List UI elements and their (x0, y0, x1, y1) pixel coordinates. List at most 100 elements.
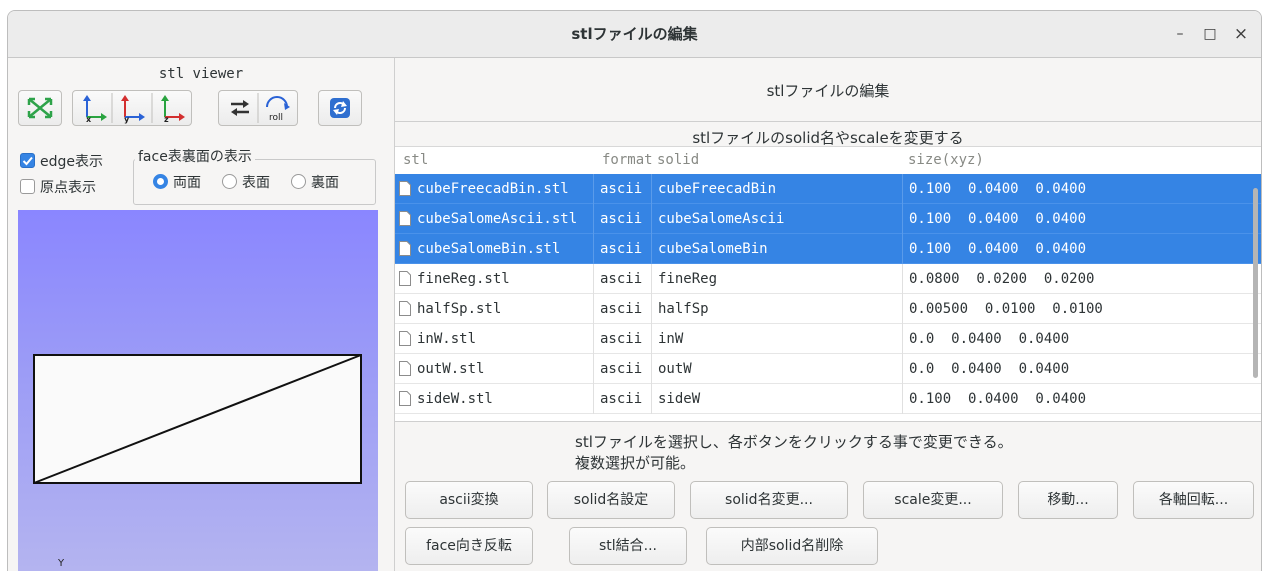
column-divider (593, 234, 594, 264)
maximize-icon[interactable]: □ (1198, 22, 1222, 46)
viewer-title: stl viewer (158, 66, 244, 82)
cell-stl: sideW.stl (417, 391, 493, 407)
table-row[interactable]: cubeFreecadBin.stl ascii cubeFreecadBin … (395, 174, 1261, 204)
radio-front-side[interactable] (222, 174, 237, 189)
column-divider (902, 174, 903, 204)
cell-solid: outW (658, 361, 692, 377)
column-divider (593, 324, 594, 354)
radio-both-sides[interactable] (153, 174, 168, 189)
radio-back-label: 裏面 (311, 175, 339, 191)
face-group-title: face表裏面の表示 (135, 146, 255, 166)
cell-size: 0.0 0.0400 0.0400 (909, 361, 1070, 377)
radio-back-side[interactable] (291, 174, 306, 189)
file-icon (399, 391, 411, 406)
cell-solid: sideW (658, 391, 701, 407)
radio-both-label: 両面 (173, 175, 201, 191)
reload-button[interactable] (318, 90, 362, 126)
title-bar: stlファイルの編集 – □ × (8, 11, 1261, 58)
change-solid-name-button[interactable]: solid名変更... (690, 481, 848, 519)
radio-front-label: 表面 (242, 175, 270, 191)
check-icon (22, 156, 33, 166)
table-row[interactable]: fineReg.stl ascii fineReg 0.0800 0.0200 … (395, 264, 1261, 294)
cell-stl: cubeSalomeAscii.stl (417, 211, 578, 227)
file-icon (399, 271, 411, 286)
cell-size: 0.100 0.0400 0.0400 (909, 211, 1087, 227)
minimize-icon[interactable]: – (1168, 22, 1192, 46)
z-axis-view-icon[interactable]: z (161, 95, 185, 124)
svg-text:z: z (164, 115, 169, 124)
column-divider (902, 354, 903, 384)
move-button[interactable]: 移動... (1018, 481, 1118, 519)
col-size[interactable]: size(xyz) (908, 147, 984, 174)
file-icon (399, 301, 411, 316)
table-header: stl format solid size(xyz) (395, 147, 1261, 175)
column-divider (902, 294, 903, 324)
col-stl[interactable]: stl (403, 147, 428, 174)
rotate-group: roll (218, 90, 298, 126)
x-axis-view-icon[interactable]: x (83, 95, 107, 124)
file-icon (399, 211, 411, 226)
column-divider (651, 384, 652, 414)
flip-face-button[interactable]: face向き反転 (405, 527, 533, 565)
cell-format: ascii (600, 211, 643, 227)
cell-format: ascii (600, 391, 643, 407)
cell-stl: cubeFreecadBin.stl (417, 181, 569, 197)
cell-solid: cubeSalomeAscii (658, 211, 785, 227)
col-solid[interactable]: solid (657, 147, 699, 174)
divider (395, 421, 1261, 422)
app-window: stlファイルの編集 – □ × stl viewer x y z roll e… (7, 10, 1262, 571)
table-row[interactable]: cubeSalomeAscii.stl ascii cubeSalomeAsci… (395, 204, 1261, 234)
table-row[interactable]: cubeSalomeBin.stl ascii cubeSalomeBin 0.… (395, 234, 1261, 264)
table-row[interactable]: sideW.stl ascii sideW 0.100 0.0400 0.040… (395, 384, 1261, 414)
window-title: stlファイルの編集 (571, 25, 698, 43)
svg-text:roll: roll (269, 113, 283, 123)
column-divider (651, 174, 652, 204)
ascii-convert-button[interactable]: ascii変換 (405, 481, 533, 519)
edge-checkbox[interactable] (20, 153, 35, 168)
cell-format: ascii (600, 271, 643, 287)
cell-solid: fineReg (658, 271, 718, 287)
roll-icon[interactable]: roll (266, 96, 290, 123)
column-divider (651, 264, 652, 294)
change-scale-button[interactable]: scale変更... (863, 481, 1003, 519)
column-divider (902, 384, 903, 414)
fit-view-button[interactable] (18, 90, 62, 126)
cell-format: ascii (600, 301, 643, 317)
set-solid-name-button[interactable]: solid名設定 (547, 481, 675, 519)
info-text-line2: 複数選択が可能。 (575, 454, 696, 472)
column-divider (593, 384, 594, 414)
cell-solid: cubeFreecadBin (658, 181, 777, 197)
table-scrollbar[interactable] (1253, 188, 1258, 378)
col-format[interactable]: format (602, 147, 653, 174)
cell-size: 0.00500 0.0100 0.0100 (909, 301, 1103, 317)
cell-size: 0.100 0.0400 0.0400 (909, 391, 1087, 407)
cell-size: 0.0800 0.0200 0.0200 (909, 271, 1095, 287)
close-icon[interactable]: × (1229, 22, 1253, 46)
y-axis-view-icon[interactable]: y (121, 95, 145, 124)
swap-icon[interactable] (231, 100, 249, 116)
panel-header: stlファイルの編集 (766, 82, 890, 100)
table-row[interactable]: inW.stl ascii inW 0.0 0.0400 0.0400 (395, 324, 1261, 354)
column-divider (651, 354, 652, 384)
panel-subheader: stlファイルのsolid名やscaleを変更する (692, 129, 964, 147)
cell-size: 0.0 0.0400 0.0400 (909, 331, 1070, 347)
column-divider (902, 234, 903, 264)
origin-checkbox[interactable] (20, 179, 35, 194)
axis-view-group: x y z (72, 90, 192, 126)
table-row[interactable]: halfSp.stl ascii halfSp 0.00500 0.0100 0… (395, 294, 1261, 324)
cell-stl: outW.stl (417, 361, 485, 377)
divider (395, 121, 1261, 122)
3d-viewport[interactable]: Y (18, 210, 378, 571)
merge-stl-button[interactable]: stl結合... (569, 527, 687, 565)
rotate-axes-button[interactable]: 各軸回転... (1133, 481, 1254, 519)
delete-inner-solid-name-button[interactable]: 内部solid名削除 (706, 527, 878, 565)
edge-label: edge表示 (40, 154, 103, 170)
cell-size: 0.100 0.0400 0.0400 (909, 181, 1087, 197)
stl-table[interactable]: stl format solid size(xyz) cubeFreecadBi… (395, 146, 1261, 421)
table-row[interactable]: outW.stl ascii outW 0.0 0.0400 0.0400 (395, 354, 1261, 384)
cell-format: ascii (600, 181, 643, 197)
viewer-panel: stl viewer x y z roll edge表示 原点表示 face表裏… (8, 58, 395, 571)
column-divider (593, 264, 594, 294)
column-divider (593, 294, 594, 324)
column-divider (593, 204, 594, 234)
